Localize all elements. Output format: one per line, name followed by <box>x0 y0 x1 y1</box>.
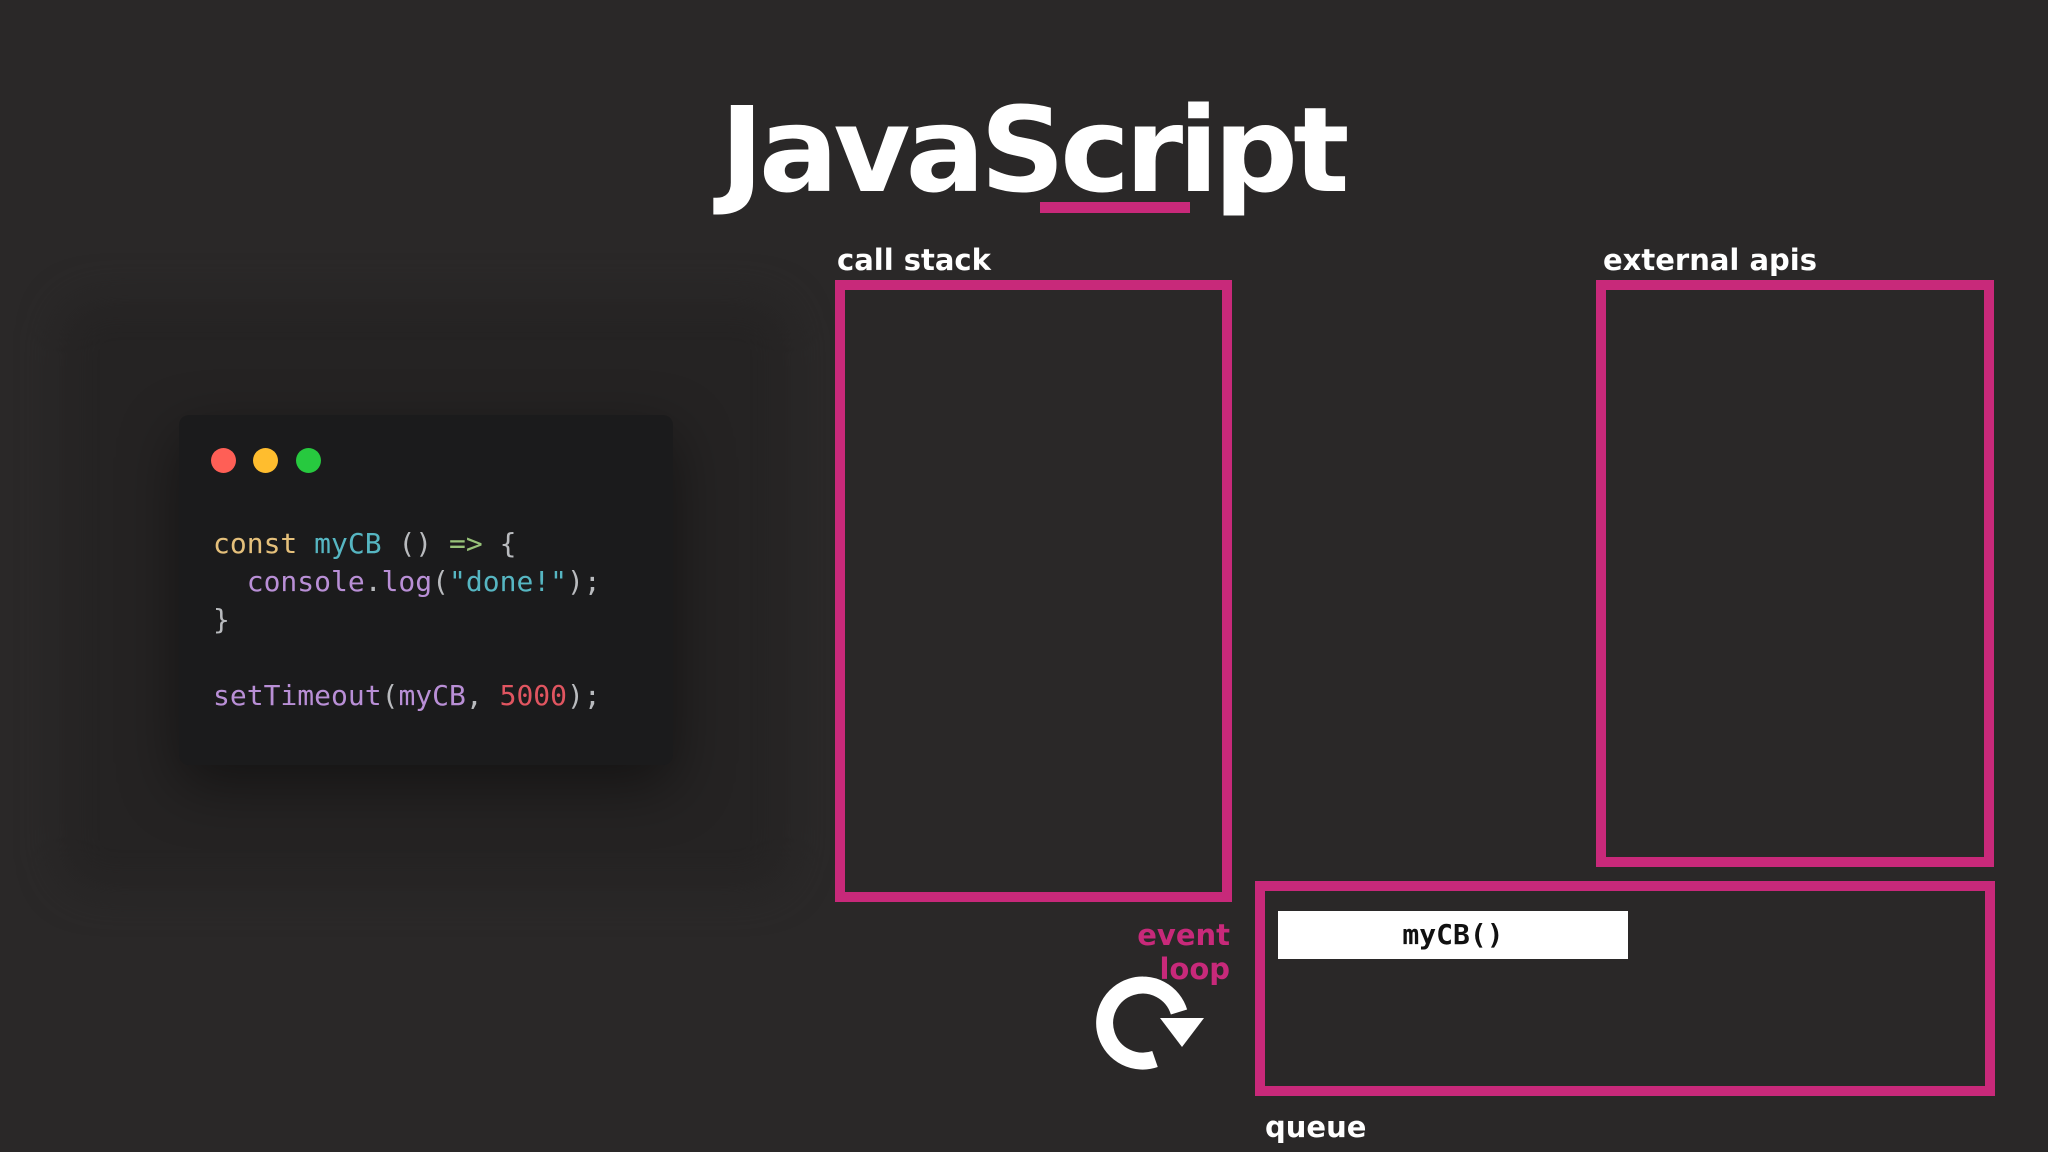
loop-arrow-icon <box>1096 976 1204 1070</box>
external-apis-label: external apis <box>1603 243 1817 277</box>
code-token: const <box>213 527 315 560</box>
code-token: . <box>364 565 382 598</box>
code-line: } <box>213 601 601 639</box>
call-stack-box <box>835 280 1232 902</box>
code-token: 5000 <box>499 679 568 712</box>
code-token: setTimeout <box>213 679 382 712</box>
code-token: } <box>213 603 230 636</box>
code-token: "done!" <box>449 565 568 598</box>
page-title: JavaScript <box>720 81 1350 219</box>
title-underline <box>1040 202 1190 213</box>
code-token: () <box>381 527 450 560</box>
code-line: console.log("done!"); <box>213 563 601 601</box>
code-token: ( <box>432 565 450 598</box>
code-token: ); <box>567 679 601 712</box>
window-minimize-dot <box>253 448 278 473</box>
call-stack-label: call stack <box>837 243 991 277</box>
external-apis-box <box>1596 280 1994 867</box>
code-token: ( <box>381 679 399 712</box>
code-token: console <box>213 565 365 598</box>
queue-item: myCB() <box>1278 911 1628 959</box>
queue-label: queue <box>1265 1110 1367 1144</box>
code-token: log <box>381 565 433 598</box>
code-token: => <box>449 527 483 560</box>
code-token: , <box>465 679 500 712</box>
code-token: { <box>482 527 517 560</box>
window-close-dot <box>211 448 236 473</box>
code-token: myCB <box>314 527 382 560</box>
code-line: const myCB () => { <box>213 525 601 563</box>
code-token: myCB <box>398 679 466 712</box>
window-maximize-dot <box>296 448 321 473</box>
code-token: ); <box>567 565 601 598</box>
code-line: setTimeout(myCB, 5000); <box>213 677 601 715</box>
code-snippet: const myCB () => { console.log("done!");… <box>213 525 601 715</box>
